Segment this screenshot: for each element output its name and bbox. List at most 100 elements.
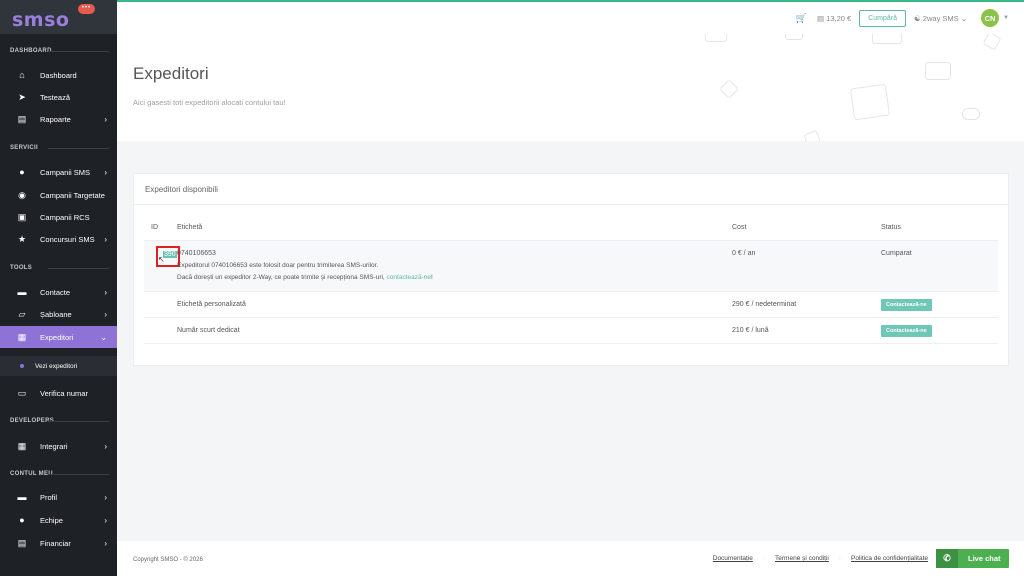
sidebar-item-rapoarte[interactable]: ▤ Rapoarte › (0, 108, 117, 130)
table-row[interactable]: 390 ↖ 0740106653 Expeditorul 0740106653 … (144, 240, 998, 292)
sidebar-item-label: Campanii RCS (40, 212, 90, 222)
buy-button[interactable]: Cumpără (859, 9, 906, 27)
home-icon: ⌂ (19, 70, 25, 80)
integration-icon: ▦ (17, 440, 27, 451)
logo-bubble-icon: ••• (78, 4, 95, 14)
credit-card-icon: ▤ (17, 537, 27, 548)
footer-links: Documentație · Termene și condiții · Pol… (713, 555, 928, 562)
sidebar-item-vezi-expeditori[interactable]: Vezi expeditori (0, 356, 117, 376)
row-label: Etichetă personalizată (177, 301, 246, 308)
card-title: Expeditori disponibili (145, 185, 218, 194)
section-tools: TOOLS (10, 265, 33, 271)
copyright: Copyright SMSO - © 2026 (133, 557, 203, 563)
sidebar-item-echipe[interactable]: ● Echipe › (0, 509, 117, 531)
contact-button[interactable]: Contactează-ne (881, 299, 932, 311)
decor-card-icon (925, 62, 951, 80)
sidebar-item-integrari[interactable]: ▦ Integrari › (0, 435, 117, 457)
sidebar-item-campanii-sms[interactable]: ● Campanii SMS › (0, 161, 117, 183)
contact-button[interactable]: Contactează-ne (881, 325, 932, 337)
column-header-id: ID (151, 224, 158, 231)
section-dashboard: DASHBOARD (10, 48, 52, 54)
sidebar-item-label: Campanii Targetate (40, 190, 105, 200)
logo[interactable]: smso (12, 9, 69, 31)
separator: · (838, 555, 842, 562)
sidebar-item-campanii-targetate[interactable]: ◉ Campanii Targetate (0, 184, 117, 206)
chevron-right-icon: › (104, 492, 107, 502)
sidebar-item-label: Dashboard (40, 70, 77, 80)
footer: Copyright SMSO - © 2026 Documentație · T… (117, 541, 1024, 576)
balance: ▤ 13,20 € (817, 13, 852, 23)
sidebar-item-profil[interactable]: ▬ Profil › (0, 486, 117, 508)
footer-link-termene[interactable]: Termene și condiții (775, 555, 829, 562)
section-contul-meu: CONTUL MEU (10, 471, 53, 477)
image-icon: ▣ (17, 211, 27, 222)
row-description: Expeditorul 0740106653 este folosit doar… (177, 262, 379, 269)
live-chat-label: Live chat (968, 554, 1001, 563)
decor-tablet-icon (849, 83, 891, 121)
folder-open-icon: ▱ (18, 308, 26, 319)
sidebar-item-sabloane[interactable]: ▱ Șabloane › (0, 303, 117, 325)
sidebar-item-campanii-rcs[interactable]: ▣ Campanii RCS (0, 206, 117, 228)
sidebar-item-label: Rapoarte (40, 114, 71, 124)
sidebar-item-label: Echipe (40, 515, 63, 525)
page-header: Expeditori Aici gasesti toti expeditorii… (117, 34, 1024, 141)
separator: · (762, 555, 766, 562)
cart-icon[interactable]: 🛒 (796, 13, 807, 24)
live-chat-button[interactable]: ✆ Live chat (936, 549, 1009, 568)
sidebar-item-label: Campanii SMS (40, 167, 91, 177)
sidebar-item-testeaza[interactable]: ➤ Testează (0, 86, 117, 108)
sender-icon: ▦ (17, 331, 27, 342)
map-marker-icon: ◉ (18, 189, 26, 200)
sidebar-item-expeditori[interactable]: ▦ Expeditori ⌄ (0, 326, 117, 348)
sidebar-item-label: Expeditori (40, 332, 74, 342)
logo-bar: smso ••• (0, 0, 117, 34)
chevron-right-icon: › (104, 287, 107, 297)
column-header-status: Status (881, 224, 901, 231)
table-row[interactable]: Număr scurt dedicat 210 € / lună Contact… (144, 318, 998, 344)
twoway-sms-dropdown[interactable]: ☯ 2way SMS ⌄ (914, 14, 967, 23)
sidebar-item-contacte[interactable]: ▬ Contacte › (0, 281, 117, 303)
decor-icon (872, 34, 902, 44)
divider (48, 474, 109, 475)
divider (48, 51, 109, 52)
decor-shape-icon (982, 34, 1002, 51)
row-description-2: Dacă dorești un expeditor 2-Way, ce poat… (177, 272, 433, 284)
comment-icon: ● (19, 167, 25, 177)
page-subtitle: Aici gasesti toti expeditorii alocati co… (133, 98, 286, 107)
column-header-cost: Cost (732, 224, 747, 231)
sidebar-item-label: Șabloane (40, 309, 72, 319)
row-status: Cumparat (881, 250, 912, 257)
decor-wifi-icon (785, 34, 803, 40)
section-servicii: SERVICII (10, 145, 38, 151)
column-header-label: Etichetă (177, 224, 203, 231)
avatar[interactable]: CN (981, 9, 1000, 27)
row-description-text: Dacă dorești un expeditor 2-Way, ce poat… (177, 274, 387, 281)
cursor-icon: ↖ (158, 255, 165, 264)
whatsapp-icon: ✆ (936, 549, 958, 568)
sidebar-item-dashboard[interactable]: ⌂ Dashboard (0, 64, 117, 86)
chevron-right-icon: › (104, 234, 107, 244)
sidebar-item-concursuri-sms[interactable]: ★ Concursuri SMS › (0, 228, 117, 250)
footer-link-documentatie[interactable]: Documentație (713, 555, 753, 562)
row-cost: 290 € / nedeterminat (732, 301, 797, 308)
sidebar-item-label: Concursuri SMS (40, 234, 95, 244)
decor-cup-icon (962, 108, 980, 120)
decor-icon (705, 34, 727, 42)
dot-icon (20, 364, 24, 368)
sidebar-item-label: Vezi expeditori (35, 362, 78, 370)
chevron-right-icon: › (104, 309, 107, 319)
sidebar-item-verifica-numar[interactable]: ▭ Verifica numar (0, 382, 117, 404)
row-id[interactable]: 390 (163, 251, 177, 258)
sidebar-item-label: Profil (40, 492, 58, 502)
sidebar: smso ••• DASHBOARD ⌂ Dashboard ➤ Testeaz… (0, 0, 117, 576)
contact-link[interactable]: contactează-ne (387, 274, 431, 281)
divider (48, 421, 109, 422)
sidebar-item-financiar[interactable]: ▤ Financiar › (0, 532, 117, 554)
divider (134, 204, 1008, 205)
balance-value: 13,20 € (826, 13, 852, 23)
contact-card-icon: ▬ (17, 287, 27, 297)
footer-link-politica[interactable]: Politica de confidențialitate (851, 555, 928, 562)
caret-down-icon[interactable]: ▼ (1003, 15, 1009, 21)
row-label: 0740106653 (177, 250, 216, 257)
table-row[interactable]: Etichetă personalizată 290 € / nedetermi… (144, 292, 998, 318)
